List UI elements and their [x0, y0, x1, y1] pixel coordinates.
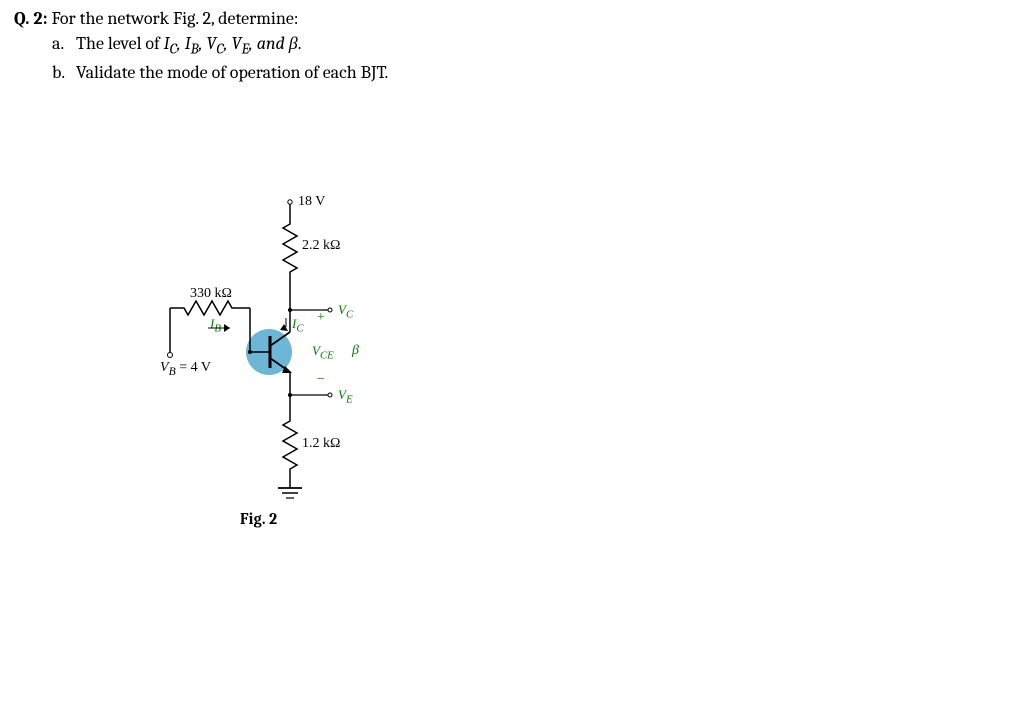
item-a: a.The level of IC, IB, VC, VE, and β. — [14, 31, 1010, 60]
question-number: Q. 2: — [14, 8, 47, 29]
circuit-svg — [160, 180, 560, 530]
item-b-text: Validate the mode of operation of each B… — [76, 62, 388, 83]
circuit-diagram: 18 V 2.2 kΩ 330 kΩ IB VB = 4 V IC VC + V… — [160, 180, 560, 530]
item-b: b.Validate the mode of operation of each… — [14, 60, 1010, 85]
item-a-prefix: The level of — [76, 33, 164, 54]
item-a-suffix: . — [298, 33, 302, 54]
item-a-vars: IC, IB, VC, VE, and β — [164, 33, 298, 54]
item-b-letter: b. — [52, 60, 76, 85]
question-prompt: For the network Fig. 2, determine: — [47, 8, 298, 29]
item-a-letter: a. — [52, 31, 76, 56]
